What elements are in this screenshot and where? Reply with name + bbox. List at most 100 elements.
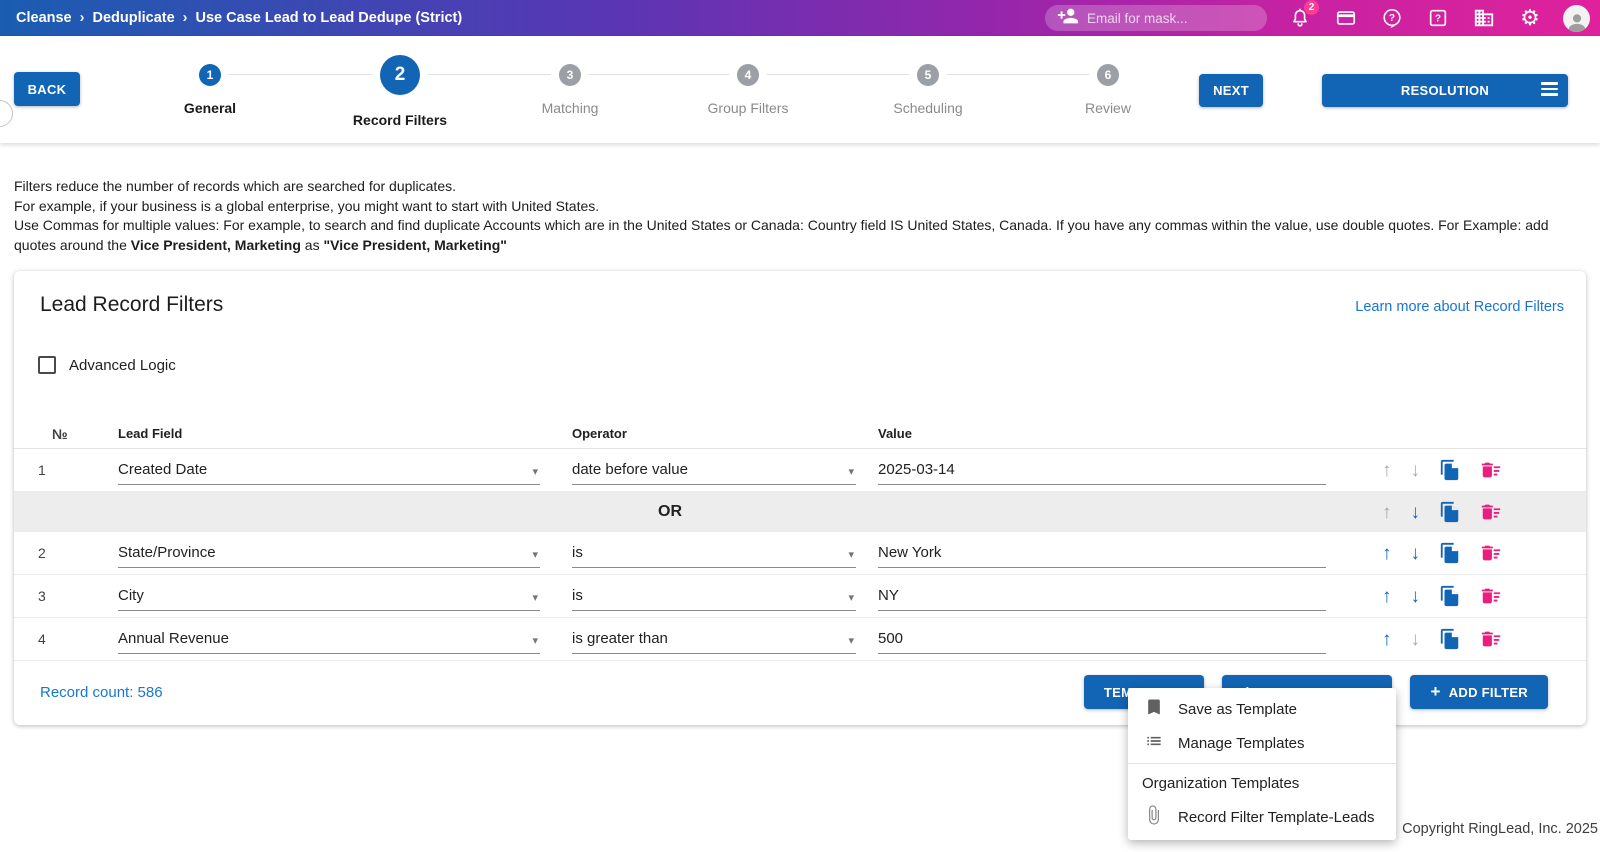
chevron-down-icon: ▾ <box>848 635 854 647</box>
value-input[interactable] <box>878 455 1326 485</box>
breadcrumb-separator: › <box>79 10 85 26</box>
move-down-icon[interactable]: ↓ <box>1411 461 1421 480</box>
advanced-logic-checkbox[interactable] <box>38 356 56 374</box>
step-label-review: Review <box>1085 100 1131 116</box>
or-divider-row: OR ↑ ↓ <box>14 492 1586 532</box>
breadcrumb-deduplicate[interactable]: Deduplicate <box>92 10 174 26</box>
col-operator: Operator <box>572 426 627 441</box>
filter-row-4: 4 Annual Revenue▾ is greater than▾ ↑ ↓ <box>14 618 1586 661</box>
delete-filter-icon[interactable] <box>1480 585 1502 607</box>
step-circle-review[interactable]: 6 <box>1097 64 1119 86</box>
menu-item-save-as-template[interactable]: Save as Template <box>1128 692 1396 726</box>
move-down-icon[interactable]: ↓ <box>1411 503 1421 522</box>
step-circle-scheduling[interactable]: 5 <box>917 64 939 86</box>
step-circle-group-filters[interactable]: 4 <box>737 64 759 86</box>
copyright-text: Copyright RingLead, Inc. 2025 <box>1402 821 1598 837</box>
value-input[interactable] <box>878 538 1326 568</box>
collapsed-panel-handle[interactable] <box>0 100 13 127</box>
paperclip-icon <box>1144 805 1164 829</box>
chevron-down-icon: ▾ <box>532 635 538 647</box>
svg-text:?: ? <box>1389 13 1395 24</box>
billing-card-button[interactable] <box>1333 5 1359 31</box>
operator-select[interactable]: is greater than ▾ <box>572 624 856 654</box>
row-number: 4 <box>38 631 46 647</box>
step-label-record-filters: Record Filters <box>352 112 448 128</box>
email-mask-pill[interactable] <box>1045 5 1267 31</box>
chevron-down-icon: ▾ <box>848 466 854 478</box>
list-icon <box>1144 731 1164 755</box>
add-filter-button[interactable]: + ADD FILTER <box>1410 675 1548 709</box>
breadcrumb-cleanse[interactable]: Cleanse <box>16 10 72 26</box>
user-avatar[interactable] <box>1563 4 1590 32</box>
duplicate-filter-icon[interactable] <box>1439 542 1461 564</box>
resolution-button[interactable]: RESOLUTION <box>1322 74 1568 107</box>
breadcrumb-separator: › <box>182 10 188 26</box>
move-up-icon[interactable]: ↑ <box>1382 630 1392 649</box>
step-label-matching: Matching <box>541 100 599 116</box>
filters-table: № Lead Field Operator Value 1 Created Da… <box>14 419 1586 661</box>
card-title: Lead Record Filters <box>40 293 224 316</box>
value-input[interactable] <box>878 624 1326 654</box>
help-button[interactable]: ? <box>1379 5 1405 31</box>
step-circle-general[interactable]: 1 <box>199 64 221 86</box>
menu-item-record-filter-template-leads[interactable]: Record Filter Template-Leads <box>1128 800 1396 834</box>
notification-badge: 2 <box>1304 0 1319 15</box>
row-number: 3 <box>38 588 46 604</box>
app-header: Cleanse › Deduplicate › Use Case Lead to… <box>0 0 1600 36</box>
step-circle-matching[interactable]: 3 <box>559 64 581 86</box>
breadcrumb: Cleanse › Deduplicate › Use Case Lead to… <box>16 10 462 26</box>
duplicate-filter-icon[interactable] <box>1439 628 1461 650</box>
duplicate-filter-icon[interactable] <box>1439 501 1461 523</box>
bookmark-icon <box>1144 697 1164 721</box>
delete-filter-icon[interactable] <box>1480 542 1502 564</box>
breadcrumb-use-case: Use Case Lead to Lead Dedupe (Strict) <box>195 10 463 26</box>
col-number: № <box>52 425 68 442</box>
duplicate-filter-icon[interactable] <box>1439 459 1461 481</box>
lead-field-select[interactable]: State/Province ▾ <box>118 538 540 568</box>
step-label-general: General <box>183 100 237 116</box>
lead-field-select[interactable]: City ▾ <box>118 581 540 611</box>
or-label: OR <box>658 503 682 520</box>
next-button[interactable]: NEXT <box>1199 74 1263 107</box>
support-faq-button[interactable]: ? <box>1425 5 1451 31</box>
operator-select[interactable]: date before value ▾ <box>572 455 856 485</box>
step-connector <box>589 74 729 75</box>
operator-select[interactable]: is ▾ <box>572 538 856 568</box>
col-lead-field: Lead Field <box>118 426 183 441</box>
step-connector <box>947 74 1089 75</box>
delete-filter-icon[interactable] <box>1480 459 1502 481</box>
plus-icon: + <box>1430 682 1441 701</box>
move-down-icon[interactable]: ↓ <box>1411 544 1421 563</box>
row-number: 2 <box>38 545 46 561</box>
delete-filter-icon[interactable] <box>1480 628 1502 650</box>
back-button[interactable]: BACK <box>14 72 80 106</box>
move-down-icon[interactable]: ↓ <box>1411 587 1421 606</box>
filter-row-2: 2 State/Province▾ is▾ ↑ ↓ <box>14 532 1586 575</box>
move-up-icon[interactable]: ↑ <box>1382 587 1392 606</box>
step-label-group-filters: Group Filters <box>707 100 789 116</box>
chevron-down-icon: ▾ <box>532 592 538 604</box>
duplicate-filter-icon[interactable] <box>1439 585 1461 607</box>
table-header: № Lead Field Operator Value <box>14 419 1586 449</box>
delete-filter-icon[interactable] <box>1480 501 1502 523</box>
move-up-icon[interactable]: ↑ <box>1382 544 1392 563</box>
menu-item-manage-templates[interactable]: Manage Templates <box>1128 726 1396 760</box>
learn-more-link[interactable]: Learn more about Record Filters <box>1355 299 1564 315</box>
chevron-down-icon: ▾ <box>532 549 538 561</box>
operator-select[interactable]: is ▾ <box>572 581 856 611</box>
chevron-down-icon: ▾ <box>848 549 854 561</box>
value-input[interactable] <box>878 581 1326 611</box>
person-add-icon <box>1057 5 1079 32</box>
notifications-button[interactable]: 2 <box>1287 0 1319 31</box>
move-down-icon[interactable]: ↓ <box>1411 630 1421 649</box>
organization-button[interactable] <box>1471 5 1497 31</box>
email-mask-input[interactable] <box>1087 10 1237 26</box>
lead-field-select[interactable]: Created Date ▾ <box>118 455 540 485</box>
lead-field-select[interactable]: Annual Revenue ▾ <box>118 624 540 654</box>
settings-gear-button[interactable]: ⚙ <box>1517 5 1543 31</box>
hamburger-menu-icon[interactable] <box>1541 82 1558 96</box>
svg-text:?: ? <box>1435 14 1441 25</box>
move-up-icon[interactable]: ↑ <box>1382 503 1392 522</box>
step-circle-record-filters[interactable]: 2 <box>380 55 420 95</box>
move-up-icon[interactable]: ↑ <box>1382 461 1392 480</box>
